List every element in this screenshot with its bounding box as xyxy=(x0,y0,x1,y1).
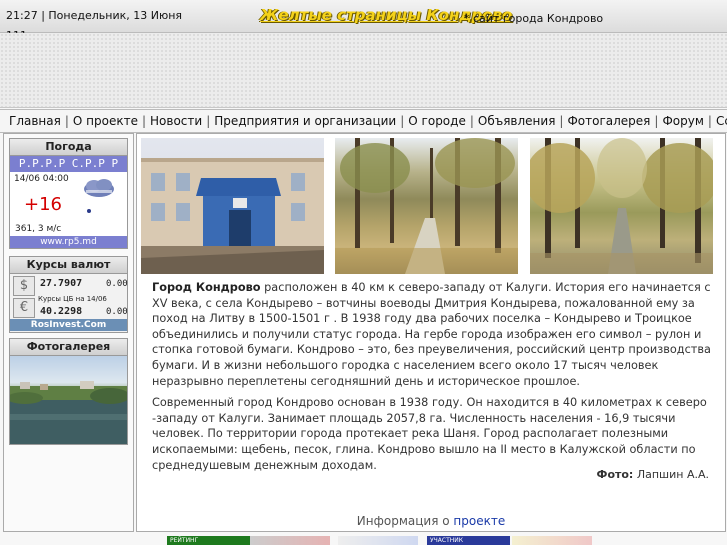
sidebar: Погода Р.Р.Р.Р С.Р.Р Р 14/06 04:00 +16 3… xyxy=(3,133,134,532)
nav-separator: | xyxy=(141,114,147,128)
currency-informer[interactable]: $ 27.7907 0.00 Курсы ЦБ на 14/06 € 40.22… xyxy=(10,274,128,332)
nav-gallery[interactable]: Фотогалерея xyxy=(567,114,650,128)
main-nav: Главная | О проекте | Новости | Предприятия и … xyxy=(0,109,727,133)
park-photo-image xyxy=(335,138,518,274)
site-tagline: * сайт города Кондрово xyxy=(464,12,604,25)
alley-photo-image xyxy=(530,138,713,274)
photo-administration-building[interactable] xyxy=(141,138,324,274)
rating-banner[interactable]: РЕЙТИНГ xyxy=(167,536,250,545)
currency-date-note: Курсы ЦБ на 14/06 xyxy=(38,295,107,303)
clock-date: 21:27 | Понедельник, 13 Июня 111 xyxy=(6,9,183,42)
cloud-icon xyxy=(84,179,114,197)
paragraph-modern: Современный город Кондрово основан в 193… xyxy=(152,396,707,472)
eur-change: 0.00 xyxy=(106,307,128,317)
project-info-link[interactable]: проекте xyxy=(453,514,505,528)
nav-separator: | xyxy=(400,114,405,128)
nav-separator: | xyxy=(559,114,564,128)
nav-separator: | xyxy=(64,114,69,128)
nav-news[interactable]: Новости xyxy=(150,114,202,128)
gallery-thumbnail[interactable] xyxy=(10,356,127,444)
photo-credit-name: Лапшин А.А. xyxy=(633,468,709,481)
nav-separator: | xyxy=(206,114,211,128)
dollar-icon: $ xyxy=(13,276,35,296)
weather-title: Погода xyxy=(10,139,127,156)
footer-banner-2[interactable] xyxy=(250,536,330,545)
euro-icon: € xyxy=(13,298,35,318)
photo-autumn-park-1[interactable] xyxy=(335,138,518,274)
currency-source-link[interactable]: RosInvest.Com xyxy=(10,319,127,331)
main-content: Город Кондрово расположен в 40 км к севе… xyxy=(136,133,726,532)
weather-city: Р.Р.Р.Р С.Р.Р Р xyxy=(10,156,127,172)
usd-rate: 27.7907 xyxy=(40,278,83,289)
weather-informer[interactable]: Р.Р.Р.Р С.Р.Р Р 14/06 04:00 +16 361, 3 м… xyxy=(10,156,127,248)
weather-date: 14/06 04:00 xyxy=(14,174,69,184)
weather-wind: 361, 3 м/с xyxy=(15,224,62,234)
gallery-widget: Фотогалерея xyxy=(9,338,128,445)
member-banner[interactable]: УЧАСТНИК xyxy=(427,536,510,545)
project-info-text: Информация о xyxy=(356,514,454,528)
weather-source-link[interactable]: www.rp5.md xyxy=(10,236,127,248)
currency-widget: Курсы валют $ 27.7907 0.00 Курсы ЦБ на 1… xyxy=(9,256,128,333)
footer-banner-3[interactable] xyxy=(338,536,418,545)
paragraph-history: Город Кондрово расположен в 40 км к севе… xyxy=(152,280,714,389)
gallery-title: Фотогалерея xyxy=(10,339,127,356)
nav-separator: | xyxy=(654,114,659,128)
footer-banner-5[interactable] xyxy=(512,536,592,545)
photo-autumn-park-2[interactable] xyxy=(530,138,713,274)
building-photo-image xyxy=(141,158,324,274)
nav-companies[interactable]: Предприятия и организации xyxy=(214,114,396,128)
photo-credit: Фото: Лапшин А.А. xyxy=(597,468,709,481)
wind-direction-icon xyxy=(87,209,91,213)
nav-ads[interactable]: Объявления xyxy=(478,114,556,128)
river-photo-image xyxy=(10,381,127,444)
project-info: Информация о проекте xyxy=(137,514,725,528)
usd-change: 0.00 xyxy=(106,279,128,289)
eur-rate: 40.2298 xyxy=(40,306,83,317)
nav-city[interactable]: О городе xyxy=(408,114,466,128)
nav-home[interactable]: Главная xyxy=(9,114,61,128)
weather-temperature: +16 xyxy=(24,194,62,215)
paragraph-history-text: расположен в 40 км к северо-западу от Ка… xyxy=(152,281,711,388)
city-name-lead: Город Кондрово xyxy=(152,281,261,294)
weather-widget: Погода Р.Р.Р.Р С.Р.Р Р 14/06 04:00 +16 3… xyxy=(9,138,128,249)
nav-forum[interactable]: Форум xyxy=(662,114,703,128)
nav-links[interactable]: Ссылки xyxy=(716,114,727,128)
nav-about[interactable]: О проекте xyxy=(73,114,138,128)
top-banner-area xyxy=(0,33,727,108)
city-description: Город Кондрово расположен в 40 км к севе… xyxy=(152,280,714,479)
currency-title: Курсы валют xyxy=(10,257,127,274)
photo-credit-label: Фото: xyxy=(596,468,634,481)
nav-separator: | xyxy=(707,114,712,128)
nav-separator: | xyxy=(469,114,474,128)
